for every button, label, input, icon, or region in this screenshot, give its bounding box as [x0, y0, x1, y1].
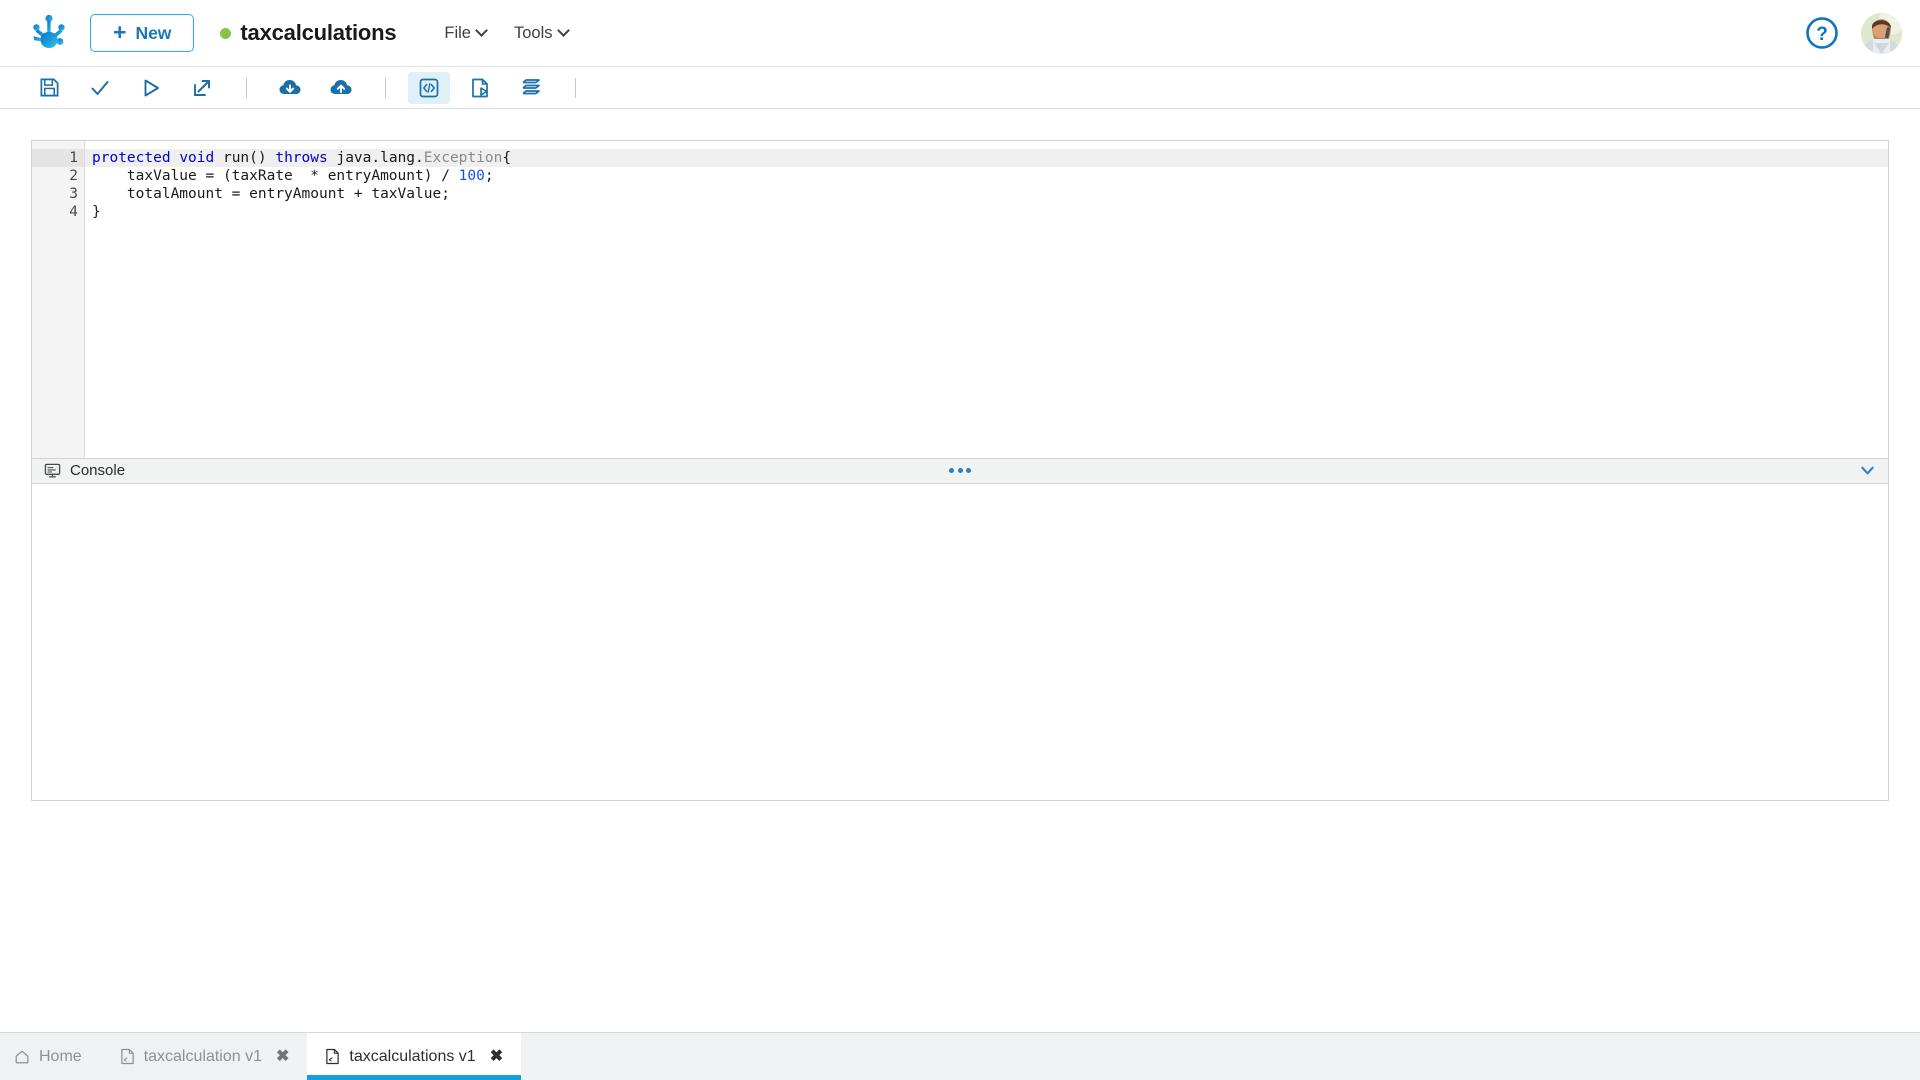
chevron-down-icon — [1859, 462, 1876, 479]
console-monitor-icon — [44, 462, 61, 479]
code-token: { — [502, 150, 511, 166]
page-title: taxcalculations — [240, 20, 396, 46]
tab-taxcalculation[interactable]: taxcalculation v1 ✖ — [102, 1033, 308, 1080]
close-icon[interactable]: ✖ — [276, 1049, 289, 1065]
line-number: 2 — [32, 167, 84, 185]
line-number: 1 — [32, 149, 84, 167]
document-icon — [120, 1048, 135, 1065]
code-line[interactable]: protected void run() throws java.lang.Ex… — [85, 149, 1888, 167]
code-token: Exception — [424, 150, 503, 166]
new-button-label: New — [135, 23, 171, 44]
code-token: run() — [214, 150, 275, 166]
tab-taxcalculations[interactable]: taxcalculations v1 ✖ — [307, 1033, 521, 1080]
layers-button[interactable] — [510, 72, 552, 104]
three-dots-icon[interactable] — [32, 468, 1888, 473]
code-token: taxValue = (taxRate * entryAmount) / — [92, 168, 459, 184]
home-icon — [14, 1049, 30, 1065]
code-token: 100 — [459, 168, 485, 184]
code-token: totalAmount = entryAmount + taxValue; — [92, 186, 450, 202]
main-toolbar — [0, 67, 1920, 109]
code-content[interactable]: protected void run() throws java.lang.Ex… — [85, 141, 1888, 458]
bottom-tab-bar: Hometaxcalculation v1✖taxcalculations v1… — [0, 1032, 1920, 1080]
import-button[interactable] — [269, 72, 311, 104]
document-play-icon — [469, 77, 491, 99]
code-line[interactable]: } — [85, 203, 1888, 221]
code-token: throws — [275, 150, 327, 166]
document-button[interactable] — [459, 72, 501, 104]
floppy-disk-icon — [39, 77, 60, 98]
header-actions: ? — [1805, 13, 1902, 54]
cloud-upload-icon — [329, 76, 353, 100]
tab-label: Home — [39, 1048, 82, 1066]
menu-bar: File Tools — [444, 24, 567, 43]
svg-text:?: ? — [1816, 24, 1828, 45]
stack-layers-icon — [520, 77, 542, 99]
document-icon — [325, 1048, 340, 1065]
console-header[interactable]: Console — [32, 458, 1888, 484]
code-token: ; — [485, 168, 494, 184]
checkmark-icon — [89, 77, 111, 99]
menu-tools[interactable]: Tools — [514, 24, 568, 43]
project-status-dot — [220, 28, 231, 39]
source-code-button[interactable] — [408, 72, 450, 104]
toolbar-separator — [575, 78, 576, 98]
code-line[interactable]: taxValue = (taxRate * entryAmount) / 100… — [85, 167, 1888, 185]
line-number-gutter: 1234 — [32, 141, 85, 458]
run-button[interactable] — [130, 72, 172, 104]
console-collapse-button[interactable] — [1859, 462, 1876, 479]
menu-tools-label: Tools — [514, 24, 553, 43]
tab-home[interactable]: Home — [0, 1033, 102, 1080]
console-label: Console — [70, 462, 125, 479]
deploy-button[interactable] — [181, 72, 223, 104]
editor-panel: 1234 protected void run() throws java.la… — [31, 140, 1889, 801]
play-triangle-icon — [140, 77, 162, 99]
code-token — [171, 150, 180, 166]
line-number: 3 — [32, 185, 84, 203]
code-token: } — [92, 204, 101, 220]
app-header: + New taxcalculations File Tools ? — [0, 0, 1920, 67]
toolbar-separator — [385, 78, 386, 98]
tree-frog-foot-logo[interactable] — [26, 10, 72, 56]
code-editor[interactable]: 1234 protected void run() throws java.la… — [32, 141, 1888, 458]
help-icon[interactable]: ? — [1805, 16, 1839, 50]
menu-file[interactable]: File — [444, 24, 486, 43]
tab-label: taxcalculation v1 — [144, 1048, 262, 1066]
line-number: 4 — [32, 203, 84, 221]
new-button[interactable]: + New — [90, 14, 194, 52]
console-title-group: Console — [44, 462, 125, 479]
chevron-down-icon — [557, 24, 570, 37]
toolbar-separator — [246, 78, 247, 98]
tab-label: taxcalculations v1 — [349, 1048, 475, 1066]
plus-icon: + — [113, 21, 126, 44]
code-token: protected — [92, 150, 171, 166]
code-brackets-icon — [418, 77, 440, 99]
validate-button[interactable] — [79, 72, 121, 104]
cloud-download-icon — [278, 76, 302, 100]
export-button[interactable] — [320, 72, 362, 104]
code-token: java.lang. — [328, 150, 424, 166]
save-button[interactable] — [28, 72, 70, 104]
project-title-group: taxcalculations — [220, 20, 396, 46]
console-output[interactable] — [32, 484, 1888, 801]
close-icon[interactable]: ✖ — [490, 1049, 503, 1065]
avatar[interactable] — [1861, 13, 1902, 54]
code-line[interactable]: totalAmount = entryAmount + taxValue; — [85, 185, 1888, 203]
code-token: void — [179, 150, 214, 166]
menu-file-label: File — [444, 24, 471, 43]
export-arrow-icon — [191, 77, 213, 99]
chevron-down-icon — [475, 24, 488, 37]
